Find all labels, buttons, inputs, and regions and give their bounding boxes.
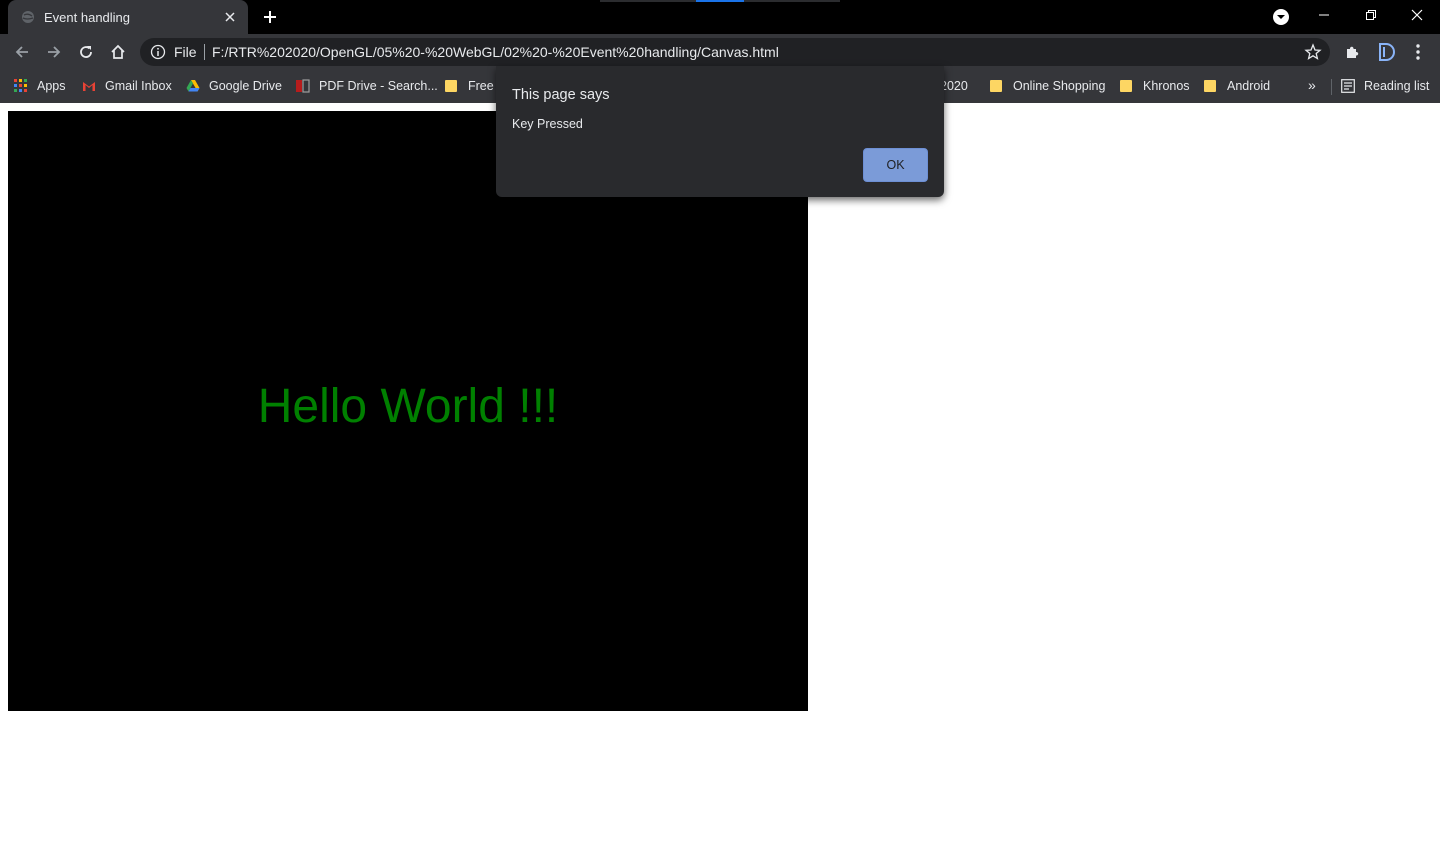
bookmark-folder-free[interactable]: Free I xyxy=(445,77,501,95)
plus-icon xyxy=(264,11,276,23)
webgl-canvas[interactable]: Hello World !!! xyxy=(8,111,808,711)
bookmark-gmail-inbox[interactable]: Gmail Inbox xyxy=(82,77,172,95)
dialog-title: This page says xyxy=(512,87,610,103)
bookmark-star-icon[interactable] xyxy=(1304,43,1322,61)
bookmark-label: Online Shopping xyxy=(1013,79,1106,93)
restore-icon xyxy=(1366,10,1376,20)
bookmark-label: Khronos xyxy=(1143,79,1190,93)
alert-dialog: This page says Key Pressed OK xyxy=(496,66,944,197)
close-window-button[interactable] xyxy=(1394,0,1440,30)
tab-strip: Event handling xyxy=(0,0,1440,34)
dialog-message: Key Pressed xyxy=(512,117,583,131)
chevron-down-circle-icon xyxy=(1273,9,1289,25)
tab-search-button[interactable] xyxy=(1272,8,1290,26)
restore-button[interactable] xyxy=(1348,0,1394,30)
browser-toolbar: File F:/RTR%202020/OpenGL/05%20-%20WebGL… xyxy=(0,34,1440,70)
close-tab-icon[interactable] xyxy=(222,9,238,25)
reading-list-button[interactable]: Reading list xyxy=(1341,77,1429,95)
bookmark-folder-android[interactable]: Android xyxy=(1204,77,1270,95)
tab-title: Event handling xyxy=(44,9,131,25)
d-logo-icon xyxy=(1379,43,1395,61)
bookmark-folder-online-shopping[interactable]: Online Shopping xyxy=(990,77,1105,95)
apps-grid-icon xyxy=(14,79,28,93)
reload-button[interactable] xyxy=(74,40,98,64)
arrow-right-icon xyxy=(48,46,61,58)
folder-icon xyxy=(1204,79,1218,93)
bookmark-folder-2020[interactable]: 2020 xyxy=(940,77,968,95)
arrow-left-icon xyxy=(15,46,28,58)
reading-list-label: Reading list xyxy=(1364,79,1430,93)
bookmark-apps[interactable]: Apps xyxy=(14,77,66,95)
accent-highlight xyxy=(696,0,744,2)
google-drive-icon xyxy=(186,79,200,93)
home-button[interactable] xyxy=(106,40,130,64)
minimize-button[interactable] xyxy=(1301,0,1347,30)
new-tab-button[interactable] xyxy=(260,7,280,27)
reading-list-icon xyxy=(1341,79,1355,93)
bookmark-label: Android xyxy=(1227,79,1271,93)
menu-button[interactable] xyxy=(1407,41,1429,63)
globe-icon xyxy=(21,10,35,24)
folder-icon xyxy=(445,79,459,93)
info-icon[interactable] xyxy=(150,44,166,60)
home-icon xyxy=(111,44,125,59)
gmail-icon xyxy=(82,79,96,93)
profile-extension-button[interactable] xyxy=(1375,41,1397,63)
scheme-label: File xyxy=(174,44,197,60)
bookmark-folder-khronos[interactable]: Khronos xyxy=(1120,77,1190,95)
more-bookmarks-chevron-icon[interactable]: » xyxy=(1308,77,1316,93)
close-icon xyxy=(1411,9,1423,21)
tab-event-handling[interactable]: Event handling xyxy=(8,0,248,34)
pdf-drive-icon xyxy=(296,79,310,93)
bookmark-google-drive[interactable]: Google Drive xyxy=(186,77,282,95)
bookmark-label: 2020 xyxy=(940,79,968,93)
omnibox-divider xyxy=(204,44,205,60)
folder-icon xyxy=(1120,79,1134,93)
kebab-menu-icon xyxy=(1416,44,1420,60)
window-top-accent xyxy=(600,0,840,2)
reload-icon xyxy=(80,46,92,58)
bookmark-label: Google Drive xyxy=(209,79,282,93)
bookmark-pdf-drive[interactable]: PDF Drive - Search... xyxy=(296,77,438,95)
extensions-button[interactable] xyxy=(1342,41,1364,63)
bookmark-label: PDF Drive - Search... xyxy=(319,79,438,93)
minimize-icon xyxy=(1319,14,1329,16)
bookmark-label: Apps xyxy=(37,79,66,93)
bookmarks-divider xyxy=(1331,79,1332,95)
bookmark-label: Gmail Inbox xyxy=(105,79,172,93)
back-button[interactable] xyxy=(10,40,34,64)
folder-icon xyxy=(990,79,1004,93)
puzzle-icon xyxy=(1347,46,1359,58)
hello-world-text: Hello World !!! xyxy=(257,380,559,433)
forward-button[interactable] xyxy=(42,40,66,64)
url-text[interactable]: F:/RTR%202020/OpenGL/05%20-%20WebGL/02%2… xyxy=(212,44,779,60)
ok-button[interactable]: OK xyxy=(863,148,928,182)
address-bar[interactable]: File F:/RTR%202020/OpenGL/05%20-%20WebGL… xyxy=(140,38,1330,66)
